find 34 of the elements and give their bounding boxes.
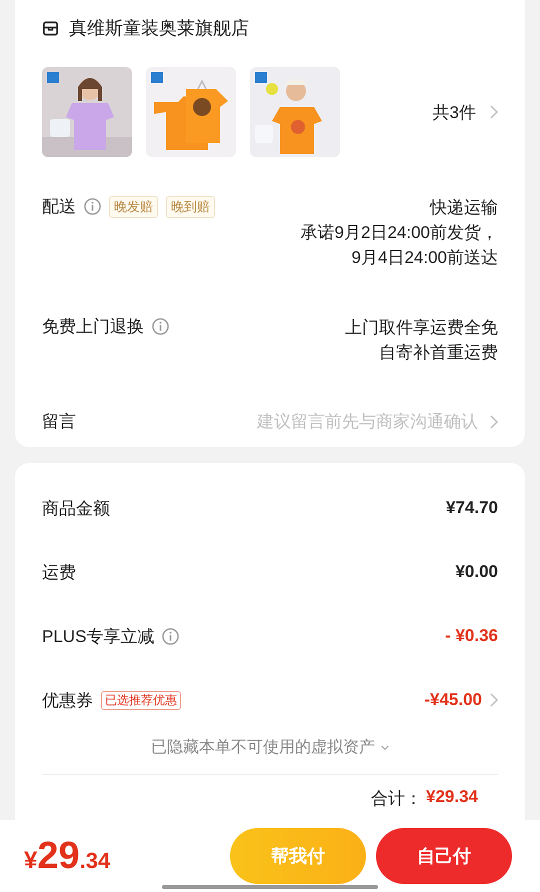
amount-value: ¥0.00 [455, 562, 498, 582]
message-field[interactable]: 建议留言前先与商家沟通确认 [220, 410, 480, 432]
row-label: 优惠券 [42, 690, 93, 712]
coupon-tag: 已选推荐优惠 [101, 690, 181, 710]
hidden-assets-toggle[interactable]: 已隐藏本单不可使用的虚拟资产 [151, 737, 375, 758]
info-icon [84, 198, 101, 215]
delivery-promise: 承诺9月2日24:00前发货， [300, 222, 498, 244]
shipping-method: 快递运输 [430, 197, 498, 219]
delivery-promise: 9月4日24:00前送达 [352, 247, 498, 269]
amount-value[interactable]: -¥45.00 [424, 690, 482, 710]
row-label: 免费上门退换 [42, 316, 144, 338]
row-label: 留言 [42, 411, 76, 433]
row-label: PLUS专享立减 [42, 626, 154, 648]
amount-value: - ¥0.36 [445, 626, 498, 646]
store-name[interactable]: 真维斯童装奥莱旗舰店 [69, 16, 249, 40]
return-note: 自寄补首重运费 [379, 342, 498, 364]
pay-button[interactable]: 自己付 [376, 828, 512, 884]
amount-value: ¥74.70 [446, 498, 498, 518]
row-label: 商品金额 [42, 498, 110, 520]
guarantee-tag: 晚到赔 [166, 196, 215, 218]
total-label: 合计： [371, 788, 422, 810]
pay-amount-decimal: .34 [80, 848, 110, 874]
info-icon [152, 318, 169, 335]
pay-amount: 29 [37, 834, 80, 878]
row-label: 配送 [42, 196, 76, 218]
item-count[interactable]: 共3件 [432, 100, 476, 124]
store-icon [42, 20, 59, 36]
total-value: ¥29.34 [426, 787, 478, 808]
guarantee-tag: 晚发赔 [109, 196, 158, 218]
chevron-right-icon [490, 105, 498, 119]
row-label: 运费 [42, 562, 76, 584]
currency-sign: ¥ [24, 846, 38, 874]
chevron-right-icon [490, 414, 498, 428]
return-note: 上门取件享运费全免 [345, 317, 498, 339]
